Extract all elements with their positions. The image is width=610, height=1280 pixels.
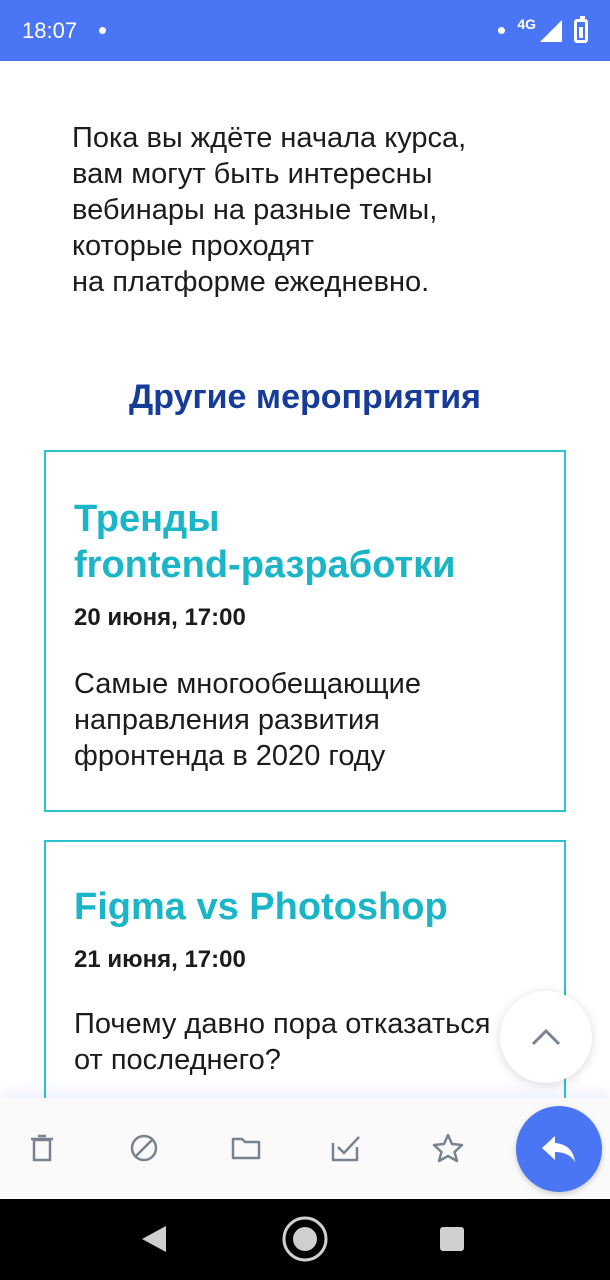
star-icon xyxy=(432,1133,464,1163)
intro-line: вебинары на разные темы, xyxy=(72,194,438,226)
event-title-line: Тренды xyxy=(74,498,220,540)
spam-icon xyxy=(130,1134,158,1162)
mark-read-button[interactable] xyxy=(326,1128,366,1168)
event-title[interactable]: Тренды frontend-разработки xyxy=(74,496,456,588)
status-bar: 18:07 4G xyxy=(0,0,610,61)
notification-dot-icon xyxy=(498,27,506,34)
event-desc-line: от последнего? xyxy=(74,1044,281,1076)
intro-text: Пока вы ждёте начала курса, вам могут бы… xyxy=(72,120,542,300)
event-card[interactable]: Figma vs Photoshop 21 июня, 17:00 Почему… xyxy=(44,840,566,1110)
section-title: Другие мероприятия xyxy=(129,378,481,416)
chevron-up-icon xyxy=(531,1028,561,1046)
event-title-line: frontend-разработки xyxy=(74,544,456,586)
spam-button[interactable] xyxy=(124,1128,164,1168)
event-title[interactable]: Figma vs Photoshop xyxy=(74,884,448,930)
star-button[interactable] xyxy=(428,1128,468,1168)
nav-back-button[interactable] xyxy=(138,1223,170,1255)
intro-line: на платформе ежедневно. xyxy=(72,266,430,298)
event-desc-line: фронтенда в 2020 году xyxy=(74,740,386,772)
intro-line: которые проходят xyxy=(72,230,314,262)
intro-line: вам могут быть интересны xyxy=(72,158,433,190)
reply-icon xyxy=(542,1136,575,1162)
home-icon xyxy=(282,1216,328,1262)
event-description: Почему давно пора отказаться от последне… xyxy=(74,1006,544,1078)
event-date: 21 июня, 17:00 xyxy=(74,946,246,973)
event-title-line: Figma vs Photoshop xyxy=(74,886,448,928)
event-desc-line: Самые многообещающие xyxy=(74,668,421,700)
status-time: 18:07 xyxy=(22,17,78,43)
event-desc-line: Почему давно пора отказаться xyxy=(74,1008,491,1040)
reply-button[interactable] xyxy=(516,1106,602,1192)
event-date: 20 июня, 17:00 xyxy=(74,604,246,631)
delete-button[interactable] xyxy=(22,1128,62,1168)
scroll-to-top-button[interactable] xyxy=(500,991,592,1083)
system-nav-bar xyxy=(0,1199,610,1280)
nav-recents-button[interactable] xyxy=(438,1225,466,1253)
mark-read-icon xyxy=(331,1136,360,1162)
battery-icon xyxy=(574,15,588,43)
event-description: Самые многообещающие направления развити… xyxy=(74,666,544,774)
intro-line: Пока вы ждёте начала курса, xyxy=(72,122,467,154)
move-to-folder-button[interactable] xyxy=(226,1128,266,1168)
delete-icon xyxy=(31,1134,53,1162)
move-to-folder-icon xyxy=(231,1137,261,1160)
event-desc-line: направления развития xyxy=(74,704,380,736)
notification-dot-icon xyxy=(99,27,107,34)
back-icon xyxy=(142,1226,166,1252)
nav-home-button[interactable] xyxy=(282,1216,328,1262)
event-card[interactable]: Тренды frontend-разработки 20 июня, 17:0… xyxy=(44,450,566,812)
network-type: 4G xyxy=(517,15,536,32)
signal-icon: 4G xyxy=(517,16,562,42)
recents-icon xyxy=(440,1227,464,1251)
